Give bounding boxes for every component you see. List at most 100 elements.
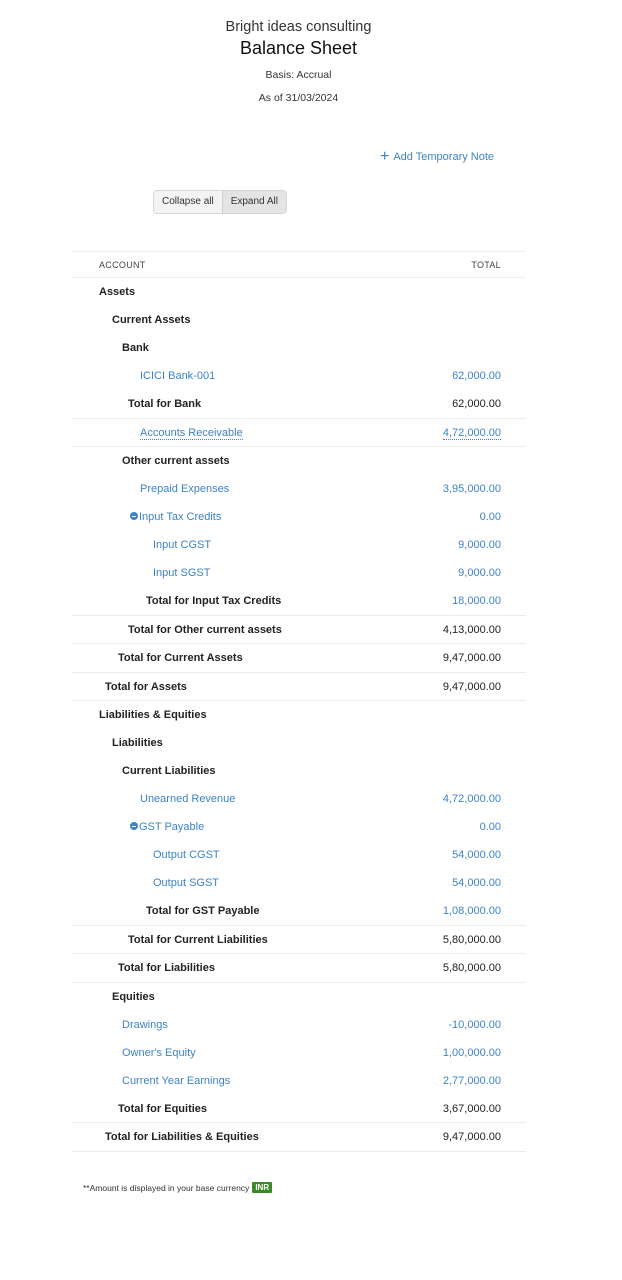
row-label-text: GST Payable xyxy=(139,821,205,833)
table-row: Total for Input Tax Credits 18,000.00 xyxy=(72,587,526,616)
section-heading: Other current assets xyxy=(122,455,230,467)
total-label: Total for Equities xyxy=(118,1103,207,1115)
account-link[interactable]: Input CGST xyxy=(153,539,211,551)
table-row[interactable]: Input Tax Credits 0.00 xyxy=(72,503,526,531)
table-row: Total for Bank 62,000.00 xyxy=(72,390,526,419)
row-label-text: Accounts Receivable xyxy=(140,426,243,439)
row-amount: 3,67,000.00 xyxy=(442,1102,501,1115)
row-label-text: Output CGST xyxy=(153,849,220,861)
table-row: Other current assets xyxy=(72,447,526,475)
total-label: Total for Bank xyxy=(128,398,201,410)
row-amount: 5,80,000.00 xyxy=(442,962,501,974)
row-amount: 9,47,000.00 xyxy=(442,680,501,693)
table-row[interactable]: GST Payable 0.00 xyxy=(72,813,526,841)
row-amount: 5,80,000.00 xyxy=(442,933,501,946)
account-link[interactable]: Owner's Equity xyxy=(122,1047,196,1059)
collapse-icon[interactable] xyxy=(130,822,138,830)
row-amount[interactable]: 1,00,000.00 xyxy=(443,1047,501,1059)
row-label-text: Total for Current Liabilities xyxy=(128,933,268,946)
add-temporary-note-button[interactable]: + Add Temporary Note xyxy=(380,149,495,165)
table-row: Total for GST Payable 1,08,000.00 xyxy=(72,897,526,926)
section-heading: Liabilities xyxy=(112,737,163,749)
row-amount[interactable]: 54,000.00 xyxy=(452,849,501,861)
table-row[interactable]: Owner's Equity 1,00,000.00 xyxy=(72,1039,526,1067)
account-link[interactable]: ICICI Bank-001 xyxy=(140,370,215,382)
table-row: Liabilities xyxy=(72,729,526,757)
row-amount[interactable]: 9,000.00 xyxy=(458,567,501,579)
table-row: Current Liabilities xyxy=(72,757,526,785)
collapse-all-button[interactable]: Collapse all xyxy=(154,191,222,213)
currency-badge: INR xyxy=(252,1182,273,1193)
row-label-text: Liabilities & Equities xyxy=(99,709,207,721)
row-label-text: Prepaid Expenses xyxy=(140,483,230,495)
row-amount[interactable]: 1,08,000.00 xyxy=(443,905,501,917)
table-row[interactable]: Output CGST 54,000.00 xyxy=(72,841,526,869)
section-heading: Assets xyxy=(99,286,135,298)
row-amount: 4,13,000.00 xyxy=(442,623,501,636)
table-row: Liabilities & Equities xyxy=(72,701,526,729)
expand-all-button[interactable]: Expand All xyxy=(221,191,286,213)
row-label-text: Input SGST xyxy=(153,567,211,579)
table-row[interactable]: Current Year Earnings 2,77,000.00 xyxy=(72,1067,526,1095)
table-row: Total for Current Liabilities 5,80,000.00 xyxy=(72,926,526,954)
total-label: Total for Liabilities & Equities xyxy=(105,1131,259,1143)
table-row[interactable]: Input CGST 9,000.00 xyxy=(72,531,526,559)
account-link[interactable]: Drawings xyxy=(122,1019,168,1031)
report-basis: Basis: Accrual xyxy=(265,69,332,81)
table-row: Assets xyxy=(72,278,526,306)
account-link[interactable]: Output SGST xyxy=(153,877,219,889)
total-label: Total for Other current assets xyxy=(128,624,282,636)
row-amount: 62,000.00 xyxy=(452,398,501,410)
account-link[interactable]: GST Payable xyxy=(130,821,204,833)
account-link[interactable]: Output CGST xyxy=(153,849,220,861)
report-title: Balance Sheet xyxy=(239,38,358,58)
table-row[interactable]: Output SGST 54,000.00 xyxy=(72,869,526,897)
row-amount[interactable]: 0.00 xyxy=(480,821,501,833)
row-label-text: Current Year Earnings xyxy=(122,1074,231,1087)
row-label-text: Total for GST Payable xyxy=(146,905,260,917)
row-amount: 9,47,000.00 xyxy=(442,1131,501,1143)
table-row[interactable]: Prepaid Expenses 3,95,000.00 xyxy=(72,475,526,503)
total-label: Total for GST Payable xyxy=(146,905,260,917)
balance-sheet-table: ACCOUNT TOTAL Assets Current Assets Bank IC… xyxy=(72,251,526,1152)
row-amount[interactable]: 62,000.00 xyxy=(452,370,501,382)
account-link[interactable]: Unearned Revenue xyxy=(140,793,235,805)
section-heading: Equities xyxy=(112,991,155,1003)
row-amount[interactable]: 18,000.00 xyxy=(452,595,501,607)
row-label-text: Input CGST xyxy=(153,539,212,551)
row-label-text: Total for Equities xyxy=(118,1102,208,1115)
table-row[interactable]: Accounts Receivable 4,72,000.00 xyxy=(72,419,526,447)
company-name: Bright ideas consulting xyxy=(225,19,372,35)
section-heading: Current Liabilities xyxy=(122,765,216,777)
row-amount[interactable]: -10,000.00 xyxy=(448,1019,501,1031)
row-amount[interactable]: 4,72,000.00 xyxy=(443,793,501,805)
row-amount[interactable]: 2,77,000.00 xyxy=(443,1075,501,1087)
account-link[interactable]: Prepaid Expenses xyxy=(140,483,229,495)
footnote-text: **Amount is displayed in your base curre… xyxy=(83,1182,250,1193)
row-amount[interactable]: 54,000.00 xyxy=(452,877,501,889)
section-heading: Bank xyxy=(122,342,149,354)
row-amount[interactable]: 0.00 xyxy=(480,511,501,523)
row-label-text: Unearned Revenue xyxy=(140,793,236,805)
add-note-label: Add Temporary Note xyxy=(393,151,495,163)
report-date: As of 31/03/2024 xyxy=(258,92,339,104)
account-link[interactable]: Current Year Earnings xyxy=(122,1075,230,1087)
table-row[interactable]: Input SGST 9,000.00 xyxy=(72,559,526,587)
row-amount[interactable]: 3,95,000.00 xyxy=(443,483,501,495)
account-link[interactable]: Input SGST xyxy=(153,567,210,579)
row-amount: 9,47,000.00 xyxy=(442,652,501,664)
table-row[interactable]: Drawings -10,000.00 xyxy=(72,1011,526,1039)
table-row[interactable]: ICICI Bank-001 62,000.00 xyxy=(72,362,526,390)
table-row: Equities xyxy=(72,983,526,1011)
account-link[interactable]: Input Tax Credits xyxy=(130,511,221,523)
row-label-text: Total for Input Tax Credits xyxy=(146,595,282,607)
account-link[interactable]: Accounts Receivable xyxy=(140,427,243,440)
collapse-icon[interactable] xyxy=(130,512,138,520)
table-row[interactable]: Unearned Revenue 4,72,000.00 xyxy=(72,785,526,813)
row-label-text: Input Tax Credits xyxy=(139,511,222,523)
table-row: Total for Other current assets 4,13,000.0… xyxy=(72,616,526,644)
row-amount[interactable]: 4,72,000.00 xyxy=(442,427,501,440)
table-row: Total for Liabilities 5,80,000.00 xyxy=(72,954,526,983)
row-amount[interactable]: 9,000.00 xyxy=(458,539,501,551)
row-label-text: Total for Current Assets xyxy=(118,652,243,664)
